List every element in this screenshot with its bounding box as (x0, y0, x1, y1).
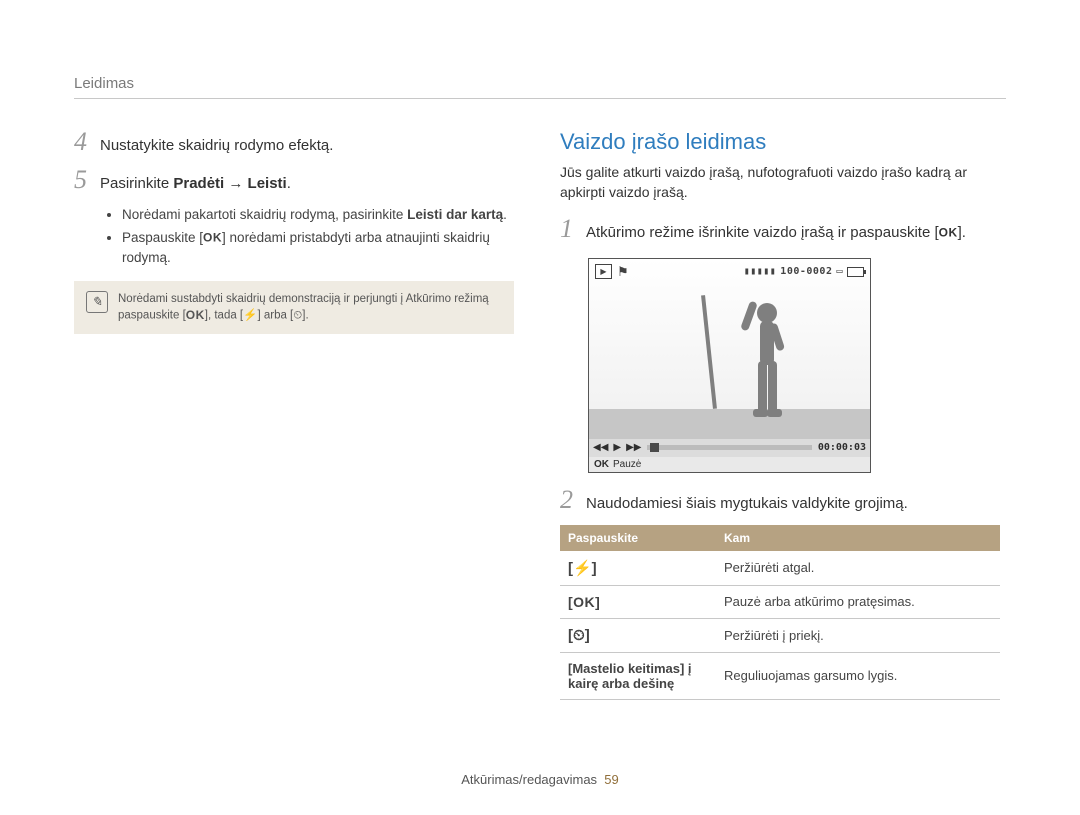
right-column: Vaizdo įrašo leidimas Jūs galite atkurti… (560, 129, 1000, 700)
desc-2: Peržiūrėti į priekį. (716, 618, 1000, 652)
step-number-5: 5 (74, 167, 100, 193)
pause-label: Pauzė (613, 459, 641, 470)
left-column: 4 Nustatykite skaidrių rodymo efektą. 5 … (74, 129, 514, 700)
step5-bullets: Norėdami pakartoti skaidrių rodymą, pasi… (122, 205, 514, 268)
step-number-2: 2 (560, 487, 586, 513)
table-row: [⚡] Peržiūrėti atgal. (560, 551, 1000, 586)
step-number-4: 4 (74, 129, 100, 155)
table-row: [⏲] Peržiūrėti į priekį. (560, 618, 1000, 652)
table-row: [Mastelio keitimas] į kairę arba dešinę … (560, 652, 1000, 699)
note-icon: ✎ (86, 291, 108, 313)
ok-bar: OK Pauzė (589, 457, 870, 472)
table-row: [OK] Pauzė arba atkūrimo pratęsimas. (560, 585, 1000, 618)
page-number: 59 (604, 772, 618, 787)
ok-icon: [OK] (568, 594, 600, 610)
desc-1: Pauzė arba atkūrimo pratęsimas. (716, 585, 1000, 618)
bullet-1: Norėdami pakartoti skaidrių rodymą, pasi… (122, 205, 514, 225)
step-5-text: Pasirinkite Pradėti → Leisti. (100, 173, 291, 195)
note-mid: ], tada [ (205, 310, 243, 322)
bullet2a: Paspauskite [ (122, 230, 203, 245)
step-2-text: Naudodamiesi šiais mygtukais valdykite g… (586, 493, 908, 515)
bullet1a: Norėdami pakartoti skaidrių rodymą, pasi… (122, 207, 407, 222)
note-text: Norėdami sustabdyti skaidrių demonstraci… (118, 291, 502, 324)
step-2: 2 Naudodamiesi šiais mygtukais valdykite… (560, 487, 1000, 515)
breadcrumb: Leidimas (74, 75, 1006, 98)
step-number-1: 1 (560, 216, 586, 242)
bullet1c: . (503, 207, 507, 222)
flag-icon: ⚑ (617, 264, 629, 280)
note-end: ]. (302, 310, 308, 322)
page-footer: Atkūrimas/redagavimas 59 (0, 772, 1080, 787)
bullet-2: Paspauskite [OK] norėdami pristabdyti ar… (122, 228, 514, 267)
step-4-text: Nustatykite skaidrių rodymo efektą. (100, 135, 333, 157)
controls-table: Paspauskite Kam [⚡] Peržiūrėti atgal. [O… (560, 525, 1000, 700)
fwd-icon: ▶▶ (626, 442, 641, 453)
note-ok: OK (186, 308, 205, 322)
ok-label: OK (594, 459, 609, 470)
person-silhouette (737, 299, 793, 439)
flash-icon: [⚡] (568, 560, 597, 577)
step5-prefix: Pasirinkite (100, 175, 173, 192)
section-title: Vaizdo įrašo leidimas (560, 129, 1000, 155)
desc-0: Peržiūrėti atgal. (716, 551, 1000, 586)
footer-text: Atkūrimas/redagavimas (461, 772, 597, 787)
th-for: Kam (716, 525, 1000, 551)
ok-icon: OK (203, 231, 222, 245)
playmode-icon: ▶ (595, 264, 612, 279)
step-4: 4 Nustatykite skaidrių rodymo efektą. (74, 129, 514, 157)
step-1-text: Atkūrimo režime išrinkite vaizdo įrašą i… (586, 222, 966, 244)
step5-bold: Pradėti → Leisti (173, 175, 286, 192)
step-5: 5 Pasirinkite Pradėti → Leisti. (74, 167, 514, 195)
step1a: Atkūrimo režime išrinkite vaizdo įrašą i… (586, 224, 939, 241)
card-icon: ▭ (836, 266, 843, 277)
intro-text: Jūs galite atkurti vaizdo įrašą, nufotog… (560, 163, 1000, 202)
step-1: 1 Atkūrimo režime išrinkite vaizdo įrašą… (560, 216, 1000, 244)
header-rule (74, 98, 1006, 99)
bullet1b: Leisti dar kartą (407, 207, 503, 222)
play-icon: ▶ (613, 442, 621, 453)
step1b: ]. (958, 224, 966, 241)
video-screen-preview: ▶ ⚑ ▮▮▮▮▮ 100-0002 ▭ (588, 258, 1000, 473)
battery-icon (847, 267, 864, 277)
flash-icon: ⚡ (243, 310, 257, 322)
note-box: ✎ Norėdami sustabdyti skaidrių demonstra… (74, 281, 514, 334)
progress-bar: ◀◀ ▶ ▶▶ 00:00:03 (589, 439, 870, 457)
step5-suffix: . (287, 175, 291, 192)
timer-icon: [⏲] (568, 627, 590, 644)
time-text: 00:00:03 (818, 442, 870, 453)
rewind-icon: ◀◀ (593, 442, 608, 453)
ok-icon: OK (939, 226, 958, 240)
counter-text: 100-0002 (780, 266, 832, 277)
zoom-label: [Mastelio keitimas] į kairę arba dešinę (568, 661, 692, 691)
timer-icon: ⏲ (293, 310, 302, 322)
note-mid2: ] arba [ (257, 310, 293, 322)
desc-3: Reguliuojamas garsumo lygis. (716, 652, 1000, 699)
th-press: Paspauskite (560, 525, 716, 551)
